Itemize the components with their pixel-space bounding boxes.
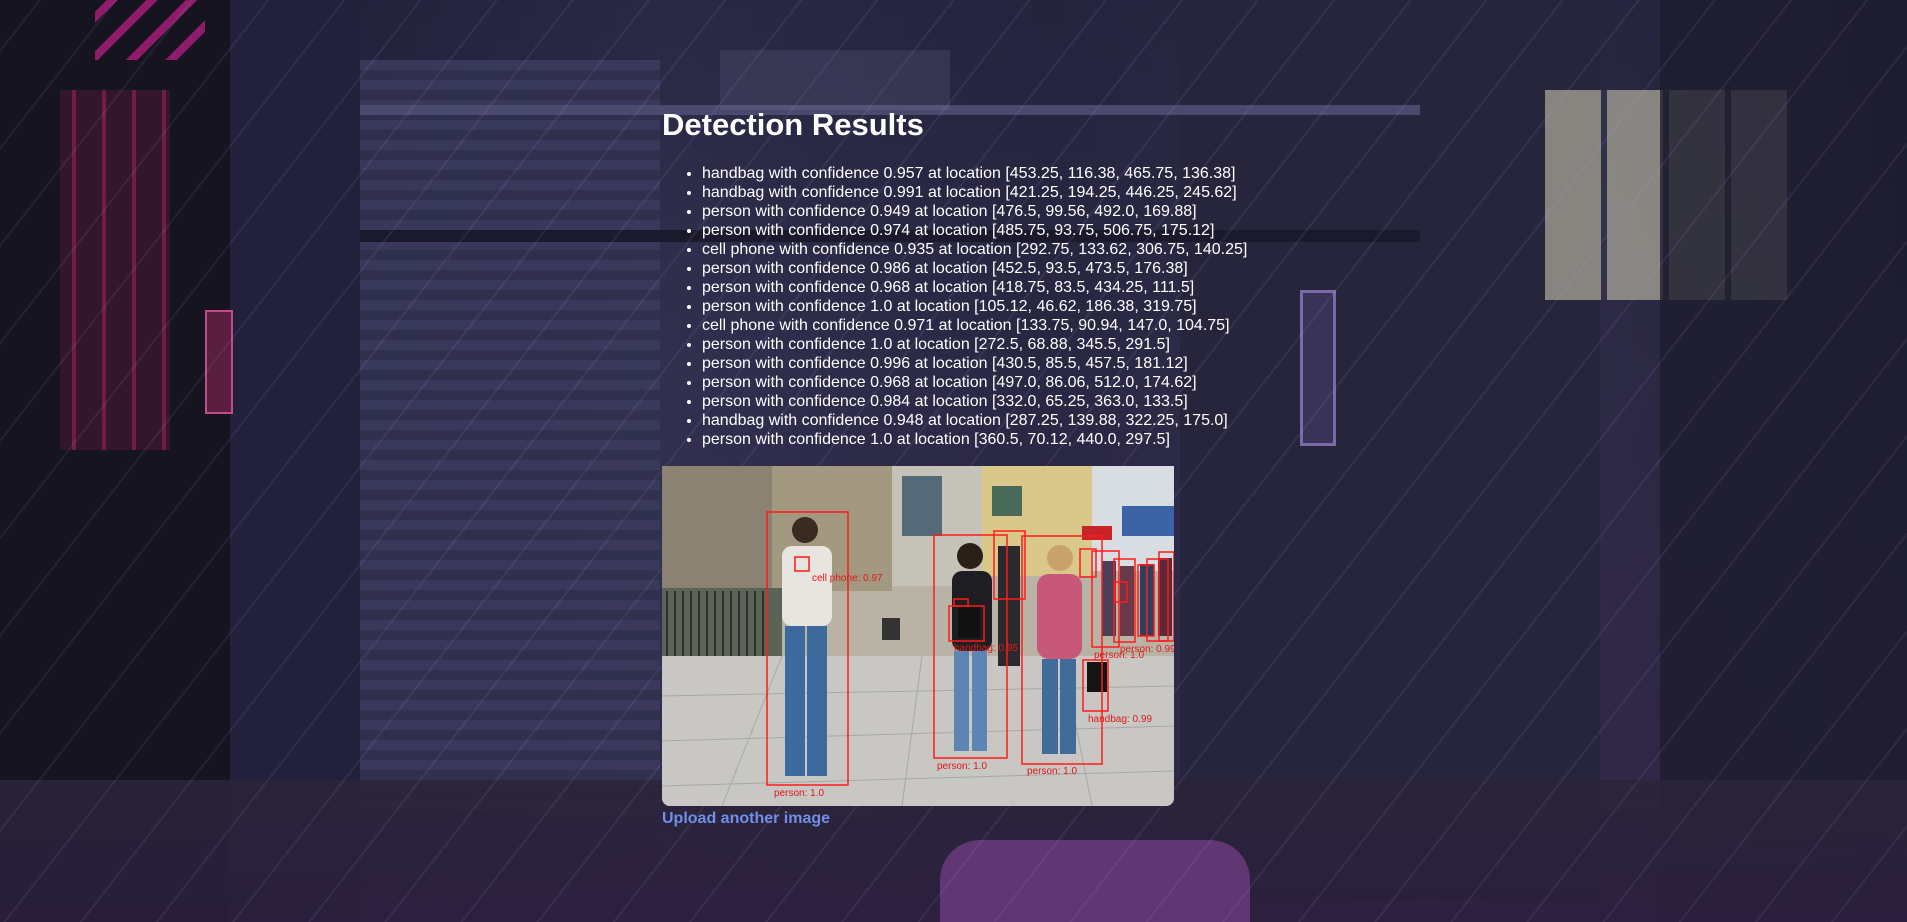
detection-image: person: 1.0 person: 1.0 person: 1.0 hand… (662, 466, 1174, 806)
bbox-label: person: 1.0 (1027, 766, 1077, 777)
detection-list: handbag with confidence 0.957 at locatio… (662, 164, 1262, 449)
detection-item: person with confidence 0.984 at location… (702, 392, 1262, 411)
detection-item: cell phone with confidence 0.971 at loca… (702, 316, 1262, 335)
detection-item: person with confidence 0.996 at location… (702, 354, 1262, 373)
detection-image-canvas: person: 1.0 person: 1.0 person: 1.0 hand… (662, 466, 1174, 806)
person-left (782, 517, 832, 776)
bbox-label: person: 1.0 (937, 761, 987, 772)
detection-item: cell phone with confidence 0.935 at loca… (702, 240, 1262, 259)
detection-item: person with confidence 0.974 at location… (702, 221, 1262, 240)
bbox-label: person: 1.0 (774, 788, 824, 799)
building-left (662, 466, 772, 596)
detection-item: handbag with confidence 0.948 at locatio… (702, 411, 1262, 430)
detection-item: handbag with confidence 0.957 at locatio… (702, 164, 1262, 183)
detection-item: person with confidence 1.0 at location [… (702, 335, 1262, 354)
detection-item: person with confidence 0.949 at location… (702, 202, 1262, 221)
detection-item: person with confidence 1.0 at location [… (702, 430, 1262, 449)
page-title: Detection Results (662, 107, 924, 142)
detection-item: person with confidence 1.0 at location [… (702, 297, 1262, 316)
bbox-label: person: 0.99 (1120, 644, 1174, 655)
bbox-label: handbag: 0.95 (954, 643, 1018, 654)
bbox-label: handbag: 0.99 (1088, 714, 1152, 725)
detection-item: person with confidence 0.968 at location… (702, 278, 1262, 297)
detection-item: person with confidence 0.968 at location… (702, 373, 1262, 392)
results-panel: Detection Results handbag with confidenc… (662, 100, 1262, 449)
bbox-label: cell phone: 0.97 (812, 573, 883, 584)
upload-another-image-link[interactable]: Upload another image (662, 810, 830, 828)
detection-item: person with confidence 0.986 at location… (702, 259, 1262, 278)
detection-item: handbag with confidence 0.991 at locatio… (702, 183, 1262, 202)
